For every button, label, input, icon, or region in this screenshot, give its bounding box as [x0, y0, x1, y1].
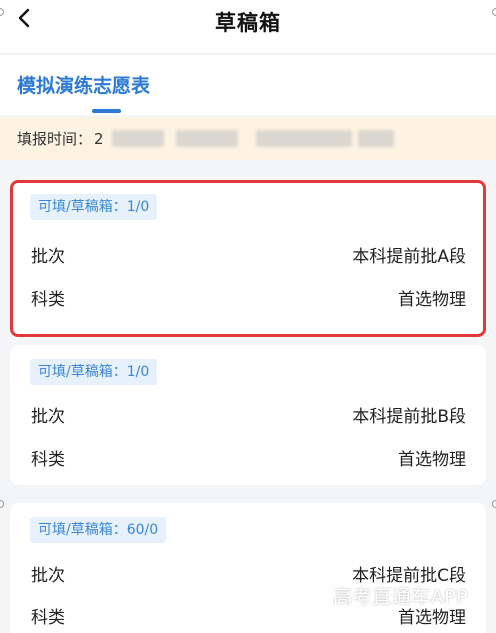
draft-card[interactable]: 可填/草稿箱：60/0 批次 本科提前批C段 科类 首选物理	[10, 503, 486, 633]
batch-label: 批次	[31, 566, 65, 586]
fill-time-label: 填报时间：	[17, 130, 93, 148]
quota-badge: 可填/草稿箱：1/0	[30, 359, 158, 385]
edge-marker	[0, 500, 4, 508]
subject-label: 科类	[31, 608, 65, 628]
tab-active-indicator	[92, 109, 121, 113]
tab-mock-drill-table[interactable]: 模拟演练志愿表	[17, 71, 150, 98]
redacted-blur	[176, 130, 238, 147]
batch-label: 批次	[31, 247, 65, 267]
batch-value: 本科提前批B段	[352, 407, 466, 427]
draft-card[interactable]: 可填/草稿箱：1/0 批次 本科提前批A段 科类 首选物理	[10, 180, 486, 337]
chevron-left-icon	[17, 8, 31, 32]
redacted-blur	[112, 130, 164, 147]
fill-time-banner: 填报时间： 2	[0, 117, 496, 160]
tab-bar: 模拟演练志愿表	[0, 55, 496, 115]
subject-value: 首选物理	[398, 290, 466, 310]
quota-badge: 可填/草稿箱：1/0	[30, 194, 158, 220]
page-title: 草稿箱	[215, 10, 281, 35]
subject-label: 科类	[31, 450, 65, 470]
redacted-blur	[256, 130, 352, 147]
quota-badge: 可填/草稿箱：60/0	[30, 517, 167, 543]
fill-time-value: 2	[94, 129, 104, 148]
edge-marker	[492, 500, 496, 508]
redacted-blur	[358, 130, 394, 147]
draft-card[interactable]: 可填/草稿箱：1/0 批次 本科提前批B段 科类 首选物理	[10, 345, 486, 485]
top-bar: 草稿箱	[0, 0, 496, 54]
edge-marker	[492, 8, 496, 16]
batch-value: 本科提前批A段	[352, 247, 466, 267]
batch-label: 批次	[31, 407, 65, 427]
subject-label: 科类	[31, 290, 65, 310]
watermark-logo-text: 高考直通车APP	[333, 586, 468, 608]
subject-value: 首选物理	[398, 450, 466, 470]
back-button[interactable]	[10, 6, 38, 34]
